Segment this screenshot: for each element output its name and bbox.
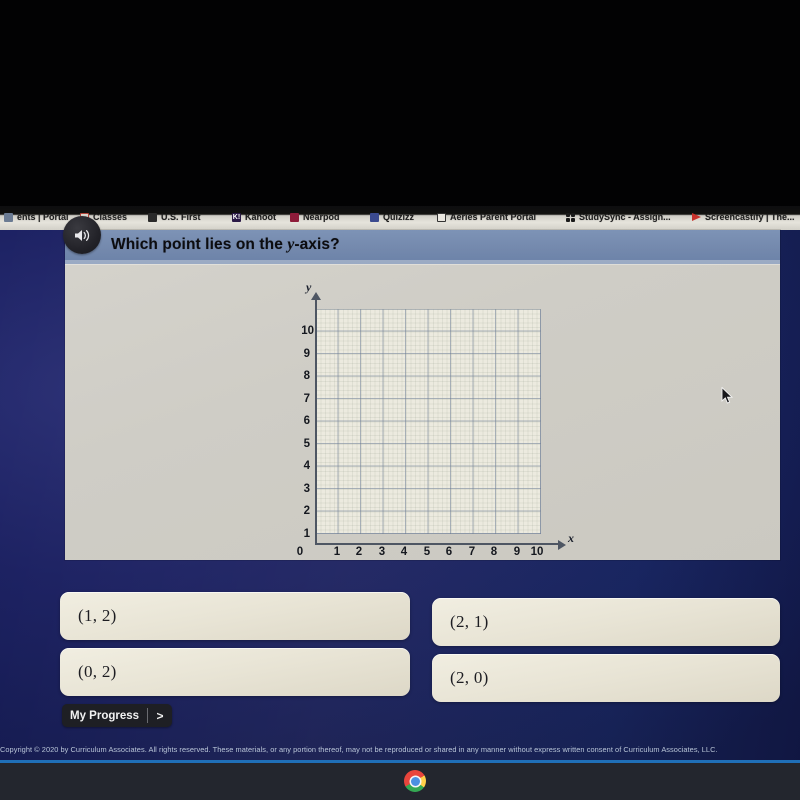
y-tick-label: 0 [296, 546, 304, 558]
os-taskbar [0, 760, 800, 800]
quizizz-favicon-icon [370, 212, 379, 222]
y-tick-label: 1 [303, 528, 310, 540]
chevron-right-icon[interactable]: > [148, 704, 172, 727]
bookmark-label: Nearpod [303, 212, 340, 222]
answer-choice-label: (0, 2) [78, 662, 117, 681]
browser-bookmarks-bar[interactable]: ents | Portal Classes U.S. First K! Kaho… [0, 206, 800, 230]
question-prompt-prefix: Which point lies on the [111, 236, 288, 253]
x-tick-label: 2 [355, 546, 363, 558]
graph-grid [316, 309, 541, 534]
question-prompt-suffix: -axis? [294, 236, 340, 253]
y-tick-label: 4 [303, 460, 310, 472]
x-axis-arrow-icon [558, 540, 566, 550]
answer-choice-4[interactable]: (2, 0) [432, 654, 780, 702]
chrome-icon[interactable] [404, 770, 426, 792]
my-progress-button[interactable]: My Progress > [62, 704, 173, 727]
coordinate-graph: y x 0 1 2 3 4 5 6 7 8 9 10 1 2 3 4 5 6 7… [292, 280, 574, 558]
bookmark-item-nearpod[interactable]: Nearpod [290, 212, 340, 222]
bookmark-item-quizizz[interactable]: Quizizz [370, 212, 414, 222]
nearpod-favicon-icon [290, 212, 299, 222]
bookmark-item-aeries[interactable]: Aeries Parent Portal [437, 212, 536, 222]
bookmark-item-kahoot[interactable]: K! Kahoot [232, 212, 276, 222]
screen-bezel-top [0, 0, 800, 206]
bookmark-label: U.S. First [161, 212, 201, 222]
taskbar-accent-strip [0, 760, 800, 763]
x-tick-label: 6 [445, 546, 453, 558]
bookmark-label: Aeries Parent Portal [450, 212, 537, 222]
bookmark-label: Screencastify | The... [705, 212, 795, 222]
screenshot-root: ents | Portal Classes U.S. First K! Kaho… [0, 0, 800, 800]
x-tick-label: 10 [530, 546, 544, 558]
x-tick-label: 9 [513, 546, 521, 558]
x-tick-label: 7 [468, 546, 476, 558]
y-tick-label: 8 [303, 370, 310, 382]
studysync-favicon-icon [566, 212, 575, 222]
y-tick-label: 2 [303, 505, 310, 517]
portal-favicon-icon [4, 212, 13, 222]
y-tick-label: 10 [301, 325, 314, 337]
answer-choice-1[interactable]: (1, 2) [60, 592, 410, 640]
bookmark-label: Kahoot [245, 212, 276, 222]
x-tick-label: 8 [490, 546, 498, 558]
bookmark-item-screencastify[interactable]: Screencastify | The... [692, 212, 795, 222]
answer-choice-label: (2, 0) [450, 668, 489, 687]
answer-choice-3[interactable]: (0, 2) [60, 648, 410, 696]
question-prompt: Which point lies on the y-axis? [111, 236, 340, 254]
answer-choices: (1, 2) (2, 1) (0, 2) (2, 0) [60, 592, 780, 704]
x-tick-label: 1 [333, 546, 341, 558]
answer-choice-label: (1, 2) [78, 606, 117, 625]
answer-choice-label: (2, 1) [450, 612, 489, 631]
bookmark-item-first[interactable]: U.S. First [148, 212, 201, 222]
y-tick-label: 5 [303, 438, 310, 450]
mouse-cursor [721, 386, 734, 405]
bookmark-label: Quizizz [383, 212, 414, 222]
y-tick-label: 7 [303, 393, 310, 405]
bookmark-label: StudySync - Assign... [579, 212, 671, 222]
y-axis-arrow-icon [311, 292, 321, 300]
y-tick-label: 3 [303, 483, 310, 495]
question-header-bar: Which point lies on the y-axis? [63, 216, 780, 265]
x-axis-label: x [568, 531, 574, 545]
copyright-notice: Copyright © 2020 by Curriculum Associate… [0, 744, 718, 754]
bookmark-item-portal[interactable]: ents | Portal [4, 212, 69, 222]
x-tick-label: 4 [400, 546, 408, 558]
x-tick-label: 5 [423, 546, 431, 558]
y-tick-label: 9 [303, 348, 310, 360]
x-tick-label: 3 [378, 546, 386, 558]
y-axis-line [315, 298, 317, 545]
bookmark-item-studysync[interactable]: StudySync - Assign... [566, 212, 671, 222]
header-divider [65, 260, 780, 265]
aeries-favicon-icon [437, 212, 446, 222]
speaker-icon[interactable] [63, 216, 101, 254]
screencastify-favicon-icon [692, 212, 701, 222]
first-favicon-icon [148, 212, 157, 222]
y-axis-label: y [306, 280, 312, 294]
answer-choice-2[interactable]: (2, 1) [432, 598, 780, 646]
bookmark-label: Classes [93, 212, 128, 222]
bookmark-label: ents | Portal [17, 212, 69, 222]
x-axis-line [315, 543, 563, 545]
y-tick-label: 6 [303, 415, 310, 427]
my-progress-label: My Progress [70, 709, 140, 722]
kahoot-favicon-icon: K! [232, 212, 241, 222]
